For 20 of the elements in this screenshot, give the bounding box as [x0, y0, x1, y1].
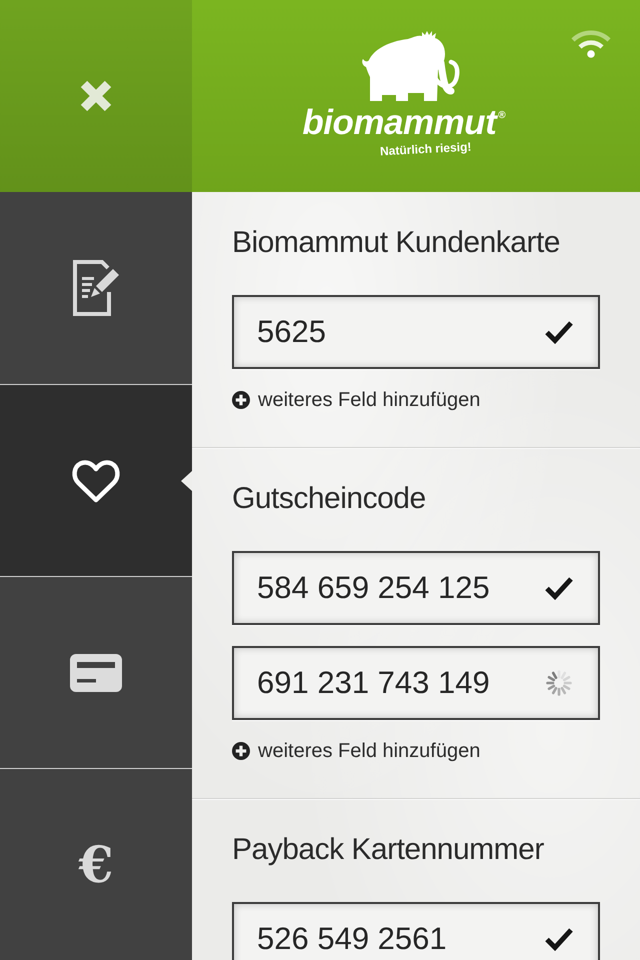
section-title: Biomammut Kundenkarte	[232, 225, 560, 261]
close-icon	[79, 79, 113, 113]
input-field[interactable]: 5625	[232, 295, 600, 369]
section-title: Payback Kartennummer	[232, 832, 544, 868]
sidebar-item[interactable]	[0, 576, 192, 768]
sidebar-item[interactable]: €	[0, 768, 192, 960]
wifi-icon	[570, 28, 612, 58]
section-title: Gutscheincode	[232, 481, 426, 517]
tagline: Natürlich riesig!	[380, 139, 472, 158]
input-field[interactable]: 691 231 743 149	[232, 646, 600, 720]
card-icon	[70, 654, 122, 692]
heart-icon	[71, 458, 121, 504]
sidebar-item[interactable]	[0, 192, 192, 384]
add-field-link[interactable]: weiteres Feld hinzufügen	[232, 740, 480, 762]
add-field-link[interactable]: weiteres Feld hinzufügen	[232, 389, 480, 411]
input-field[interactable]: 584 659 254 125	[232, 551, 600, 625]
registered-mark: ®	[498, 110, 506, 120]
document-pencil-icon	[73, 260, 119, 316]
input-field[interactable]: 526 549 2561	[232, 902, 600, 960]
brand-name: biomammut	[302, 104, 496, 140]
